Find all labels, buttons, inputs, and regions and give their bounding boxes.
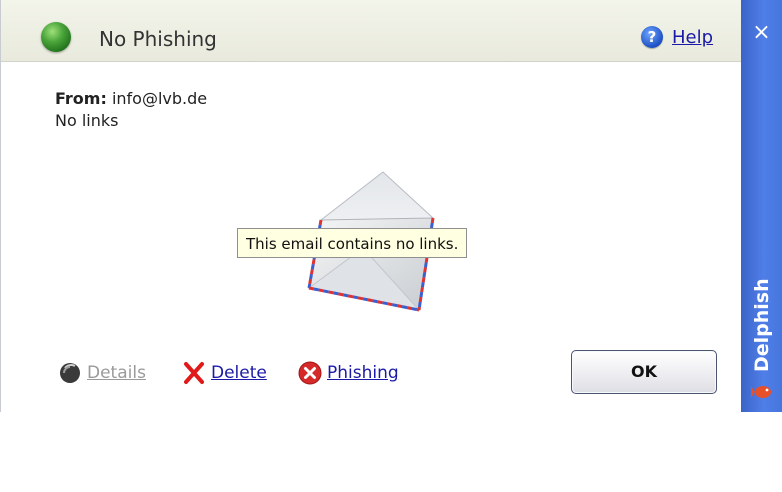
details-icon <box>60 363 80 383</box>
from-value: info@lvb.de <box>111 89 208 108</box>
from-line: From: info@lvb.de <box>55 88 207 110</box>
red-x-icon <box>184 362 204 384</box>
details-button[interactable]: Details <box>57 360 146 386</box>
ok-button[interactable]: OK <box>571 350 717 394</box>
help-link[interactable]: Help <box>672 27 713 48</box>
delete-label: Delete <box>211 363 267 383</box>
close-icon[interactable]: × <box>741 20 782 46</box>
delphish-sidebar: × Delphish <box>741 0 782 412</box>
fish-icon <box>751 386 771 398</box>
brand-label: Delphish <box>751 278 773 372</box>
main-panel: No Phishing ? Help From: info@lvb.de No … <box>0 0 741 412</box>
delete-button[interactable]: Delete <box>181 360 267 386</box>
title-bar: No Phishing ? Help <box>1 0 741 62</box>
help-question-icon[interactable]: ? <box>641 26 663 48</box>
red-x-circle-icon <box>298 361 322 385</box>
green-orb-icon <box>41 22 71 52</box>
links-status: No links <box>55 111 119 130</box>
no-links-tooltip: This email contains no links. <box>237 228 468 258</box>
phishing-button[interactable]: Phishing <box>297 360 399 386</box>
details-label: Details <box>87 363 146 383</box>
from-label: From: <box>55 89 107 108</box>
delphish-window: No Phishing ? Help From: info@lvb.de No … <box>0 0 782 412</box>
window-title: No Phishing <box>99 27 217 51</box>
message-info: From: info@lvb.de No links <box>55 88 207 132</box>
phishing-label: Phishing <box>327 363 399 383</box>
